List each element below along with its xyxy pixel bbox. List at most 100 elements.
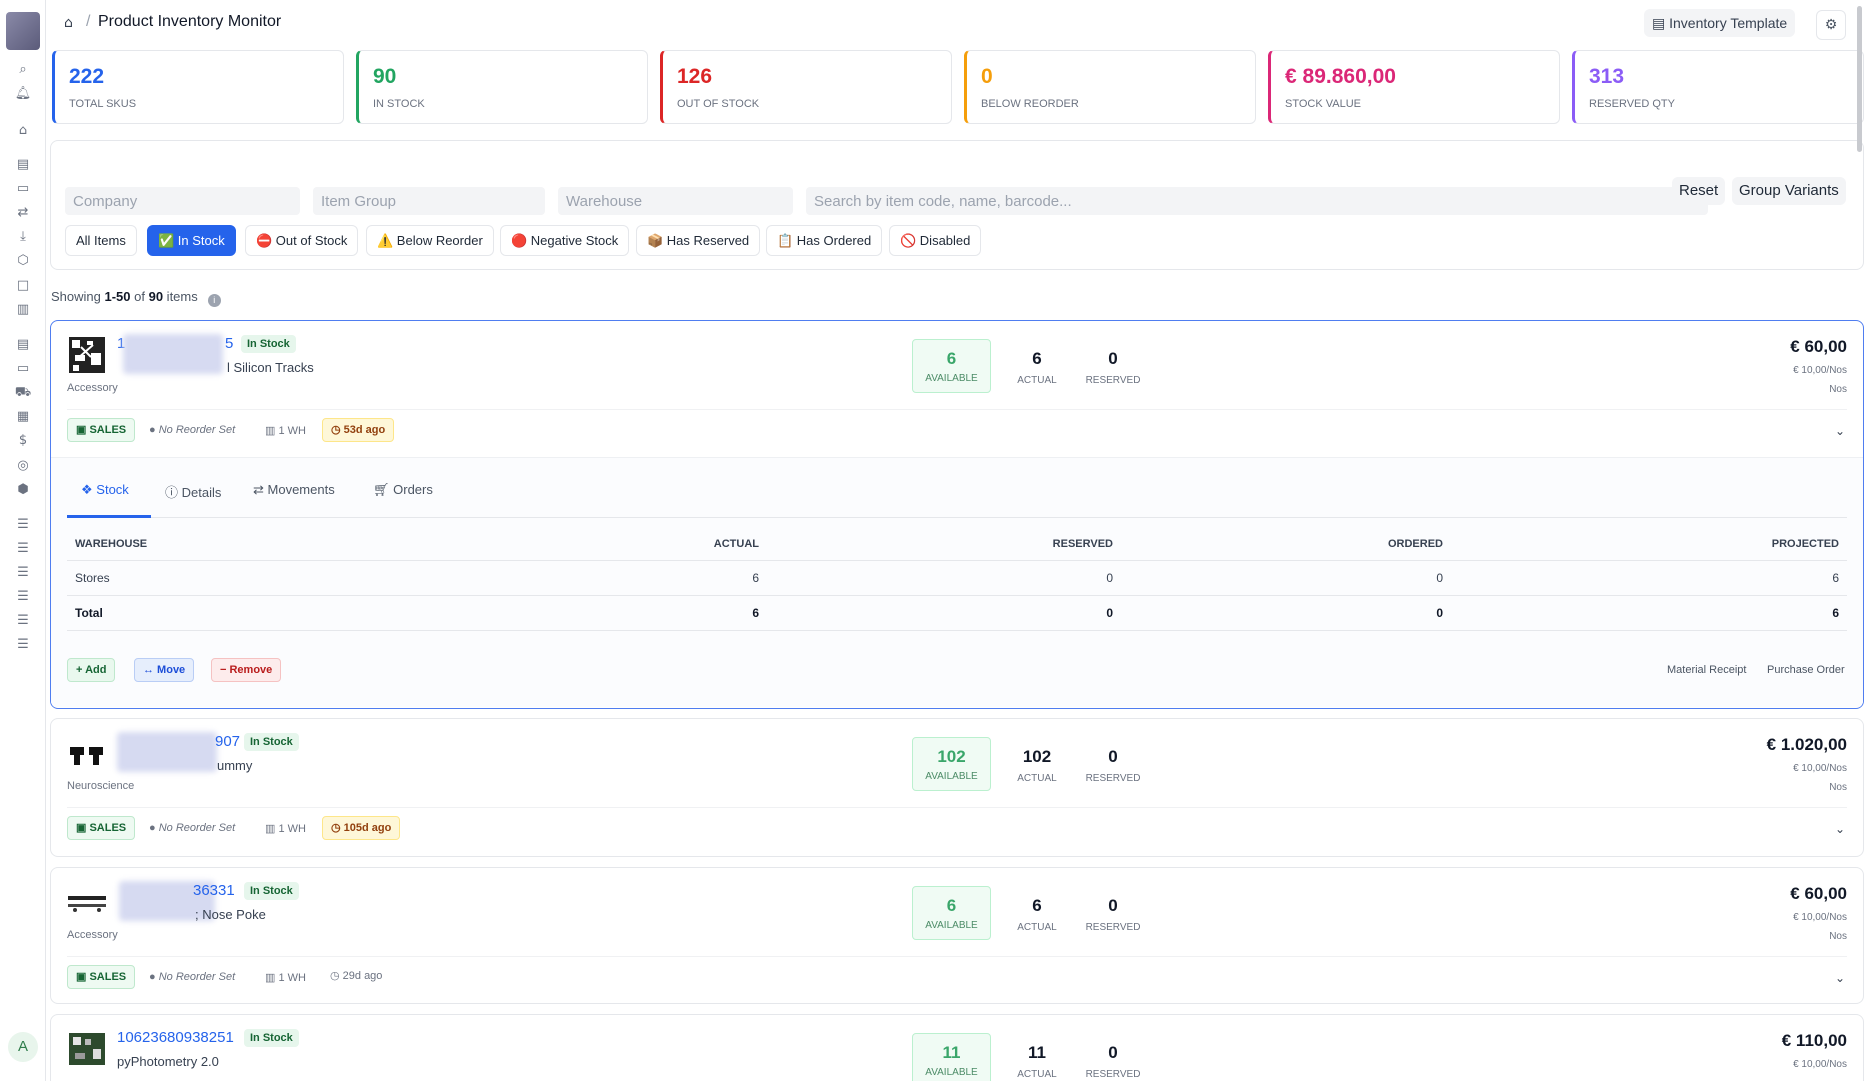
- chip-disabled[interactable]: 🚫 Disabled: [889, 225, 982, 256]
- stat-card-below-reorder[interactable]: 0 BELOW REORDER: [964, 50, 1256, 124]
- inventory-template-button[interactable]: ▤ Inventory Template: [1644, 9, 1796, 37]
- company-input[interactable]: [65, 187, 300, 215]
- sales-label: SALES: [89, 424, 127, 436]
- document-icon[interactable]: ▤: [13, 155, 33, 175]
- dollar-icon[interactable]: $: [13, 431, 33, 451]
- warehouse-input[interactable]: [558, 187, 793, 215]
- clipboard-icon[interactable]: ▤: [13, 335, 33, 355]
- list-icon[interactable]: ☰: [13, 587, 33, 607]
- sales-label: SALES: [89, 971, 127, 983]
- home-icon[interactable]: ⌂: [64, 14, 82, 32]
- scrollbar-thumb[interactable]: [1857, 6, 1862, 152]
- list-icon[interactable]: ☰: [13, 563, 33, 583]
- app-root: ⌕ 🔔︎ ⌂ ▤ ▭ ⇄ ⤓ ⬡ □ ▥ ▤ ▭ ⛟ ▦ $ ◎ ⬢ ☰ ☰ ☰…: [0, 0, 1876, 1081]
- stat-card-out-of-stock[interactable]: 126 OUT OF STOCK: [660, 50, 952, 124]
- info-icon[interactable]: i: [207, 294, 221, 307]
- cell-reserved: 0: [767, 560, 1121, 596]
- list-icon[interactable]: ☰: [13, 635, 33, 655]
- actual-label: ACTUAL: [1017, 773, 1057, 784]
- stat-card-total-skus[interactable]: 222 TOTAL SKUS: [52, 50, 344, 124]
- item-code-end[interactable]: 5: [225, 335, 233, 352]
- item-code[interactable]: 10623680938251: [117, 1029, 234, 1046]
- reset-button[interactable]: Reset: [1672, 177, 1726, 205]
- info-dot-icon: ●: [149, 971, 159, 983]
- list-icon[interactable]: ☰: [13, 611, 33, 631]
- add-stock-button[interactable]: + Add: [67, 658, 116, 682]
- tab-orders[interactable]: 🛒︎ Orders: [373, 482, 433, 498]
- tab-details[interactable]: ⓘ Details: [165, 482, 221, 501]
- exchange-icon: ⇄: [253, 482, 268, 497]
- search-icon[interactable]: ⌕: [13, 60, 33, 80]
- card-icon[interactable]: ▭: [13, 179, 33, 199]
- available-box: 6 AVAILABLE: [912, 886, 991, 940]
- table-row: Stores 6 0 0 6: [67, 560, 1847, 596]
- material-receipt-link[interactable]: Material Receipt: [1667, 664, 1746, 676]
- tab-stock-label: Stock: [96, 482, 129, 497]
- cell-ordered: 0: [1121, 560, 1451, 596]
- chip-below-reorder[interactable]: ⚠️ Below Reorder: [366, 225, 494, 256]
- stat-card-in-stock[interactable]: 90 IN STOCK: [356, 50, 648, 124]
- chip-negative-stock[interactable]: 🔴 Negative Stock: [500, 225, 630, 256]
- stat-card-reserved-qty[interactable]: 313 RESERVED QTY: [1572, 50, 1864, 124]
- breadcrumb-separator: /: [86, 13, 91, 30]
- chevron-down-icon[interactable]: ⌄: [1835, 822, 1845, 836]
- list-icon[interactable]: ☰: [13, 539, 33, 559]
- product-thumbnail: [67, 733, 107, 773]
- app-logo[interactable]: [6, 12, 40, 50]
- truck-icon[interactable]: ⛟: [13, 383, 33, 403]
- box-icon[interactable]: ⬡: [13, 251, 33, 271]
- product-thumbnail: [67, 1029, 107, 1069]
- chip-out-of-stock[interactable]: ⛔ Out of Stock: [245, 225, 359, 256]
- item-code[interactable]: 907: [215, 733, 240, 750]
- remove-stock-button[interactable]: − Remove: [211, 658, 282, 682]
- list-icon[interactable]: ☰: [13, 515, 33, 535]
- tab-stock[interactable]: ❖ Stock: [81, 482, 129, 498]
- purchase-order-link[interactable]: Purchase Order: [1767, 664, 1845, 676]
- cell-warehouse: Stores: [67, 560, 417, 596]
- chip-all-items[interactable]: All Items: [65, 225, 137, 256]
- table-header-row: WAREHOUSE ACTUAL RESERVED ORDERED PROJEC…: [67, 528, 1847, 561]
- reserved-label: RESERVED: [1085, 922, 1141, 933]
- user-circle-icon[interactable]: ◎: [13, 456, 33, 476]
- square-icon[interactable]: □: [13, 276, 33, 296]
- invoice-icon[interactable]: ▭: [13, 359, 33, 379]
- search-input[interactable]: [806, 187, 1708, 215]
- item-total-value: € 1.020,00: [1766, 735, 1847, 754]
- download-icon[interactable]: ⤓: [13, 227, 33, 247]
- item-card[interactable]: 36331 In Stock ; Nose Poke Accessory 6 AV…: [50, 867, 1864, 1004]
- chevron-down-icon[interactable]: ⌄: [1835, 971, 1845, 985]
- chip-has-reserved[interactable]: 📦 Has Reserved: [636, 225, 761, 256]
- tab-movements[interactable]: ⇄ Movements: [253, 482, 335, 498]
- col-projected: PROJECTED: [1451, 528, 1847, 561]
- warehouse-count-label: 1 WH: [278, 823, 306, 835]
- card-divider: [67, 956, 1847, 957]
- chevron-down-icon[interactable]: ⌄: [1835, 424, 1845, 438]
- item-card[interactable]: 907 In Stock ummy Neuroscience 102 AVAILA…: [50, 718, 1864, 857]
- item-code[interactable]: 36331: [193, 882, 235, 899]
- item-total-value: € 60,00: [1790, 337, 1847, 356]
- move-stock-button[interactable]: ↔ Move: [134, 658, 195, 682]
- package-icon[interactable]: ⬢: [13, 480, 33, 500]
- user-avatar[interactable]: A: [8, 1032, 38, 1062]
- store-icon: ▣: [76, 971, 90, 983]
- tab-orders-label: Orders: [393, 482, 433, 497]
- reserved-qty: 0: [1108, 1043, 1118, 1062]
- item-group-input[interactable]: [313, 187, 545, 215]
- home-icon[interactable]: ⌂: [13, 121, 33, 141]
- total-label: Total: [67, 595, 417, 631]
- actual-qty: 11: [1028, 1043, 1046, 1062]
- reserved-label: RESERVED: [1085, 773, 1141, 784]
- vertical-scrollbar[interactable]: [1854, 0, 1864, 1081]
- chip-has-ordered[interactable]: 📋 Has Ordered: [766, 225, 883, 256]
- refresh-icon[interactable]: ⇄: [13, 203, 33, 223]
- settings-gear-button[interactable]: ⚙: [1816, 10, 1846, 40]
- group-variants-button[interactable]: Group Variants: [1732, 177, 1846, 205]
- receipt-icon[interactable]: ▦: [13, 407, 33, 427]
- stat-card-stock-value[interactable]: € 89.860,00 STOCK VALUE: [1268, 50, 1560, 124]
- item-card[interactable]: 1 5 In Stock l Silicon Tracks Accessory …: [50, 320, 1864, 709]
- bell-icon[interactable]: 🔔︎: [13, 84, 33, 104]
- actual-qty: 6: [1032, 896, 1042, 915]
- chip-in-stock[interactable]: ✅ In Stock: [147, 225, 236, 256]
- chart-icon[interactable]: ▥: [13, 300, 33, 320]
- item-card[interactable]: 10623680938251 In Stock pyPhotometry 2.0…: [50, 1014, 1864, 1081]
